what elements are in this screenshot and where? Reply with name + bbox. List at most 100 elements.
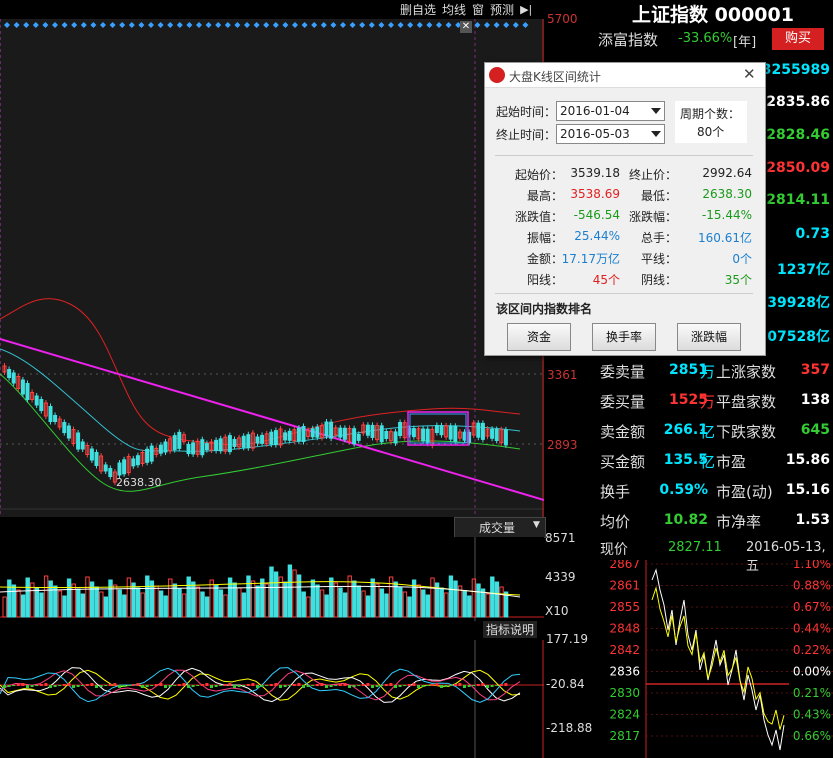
- start-time-select[interactable]: 2016-01-04: [556, 101, 665, 121]
- dialog-stat-value: 17.17万亿: [561, 252, 620, 266]
- indicator-help-button[interactable]: 指标说明: [483, 621, 538, 638]
- chart-close-icon[interactable]: ✕: [460, 21, 472, 33]
- intraday-chart[interactable]: 2867 1.10% 2861 0.88% 2855 0.67% 2848 0.44% 2842…: [594, 560, 833, 758]
- stat-row: 委买量 1525 万平盘家数 138: [594, 390, 833, 412]
- period-count-value: 80个: [697, 125, 725, 139]
- intraday-header: 现价 2827.11 2016-05-13,五: [594, 538, 833, 574]
- stat-row: 委卖量 2851 万上涨家数 357: [594, 360, 833, 382]
- fund-period: [年]: [733, 35, 757, 50]
- intraday-right-tick: 0.88%: [793, 579, 831, 593]
- dialog-stat-row: 起始价： 3539.18 终止价： 2992.64: [485, 166, 765, 184]
- stat-label: 买金额: [600, 453, 646, 471]
- chevron-down-icon: [651, 108, 661, 114]
- quote-value-2: 2828.46: [766, 127, 830, 143]
- toolbar-remove-favorite[interactable]: 删自选: [400, 1, 436, 18]
- kline-chart-panel[interactable]: [0, 19, 545, 517]
- toolbar-window[interactable]: 窗: [472, 1, 484, 18]
- quote-value-3: 2850.09: [766, 160, 830, 176]
- rank-title: 该区间内指数排名: [496, 302, 593, 316]
- stat-row: 买金额 135.5 亿市盈 15.86: [594, 450, 833, 472]
- dialog-stat-value-2: -15.44%: [701, 208, 752, 222]
- volume-indicator-dropdown[interactable]: 成交量 ▼: [454, 517, 546, 538]
- dialog-stat-value: 45个: [592, 273, 620, 287]
- stat-label-right: 市盈(动): [716, 483, 773, 501]
- stat-unit: 亿: [700, 453, 716, 471]
- intraday-left-tick: 2830: [609, 686, 640, 700]
- stat-label-right: 市盈: [716, 453, 747, 471]
- end-time-select[interactable]: 2016-05-03: [556, 124, 665, 144]
- macd-bottom-label: -218.88: [546, 721, 593, 735]
- dialog-stat-label-2: 总手：: [640, 231, 677, 245]
- current-price-value: 2827.11: [668, 540, 722, 555]
- quote-value-6: 1237亿: [777, 262, 830, 278]
- start-time-value: 2016-01-04: [560, 104, 630, 118]
- stat-unit: 亿: [700, 423, 716, 441]
- dialog-stat-label-2: 平线：: [640, 252, 677, 266]
- index-name: 上证指数: [632, 4, 709, 26]
- step-back-icon[interactable]: ▶|: [520, 3, 532, 16]
- stat-value-right: 15.86: [785, 452, 830, 468]
- intraday-left-tick: 2861: [609, 579, 640, 593]
- intraday-right-tick: 0.43%: [793, 708, 831, 722]
- dialog-stat-value-2: 0个: [732, 252, 752, 266]
- low-price-marker: 2638.30: [116, 476, 162, 489]
- fund-change: -33.66%: [678, 31, 733, 46]
- stat-value-right: 357: [800, 362, 830, 378]
- stat-row: 换手 0.59% 市盈(动) 15.16: [594, 480, 833, 502]
- stat-value-right: 15.16: [785, 482, 830, 498]
- dialog-stat-label-2: 最低：: [640, 189, 677, 203]
- intraday-left-tick: 2848: [609, 622, 640, 636]
- stat-label-right: 市净率: [716, 513, 762, 531]
- dialog-titlebar[interactable]: 大盘K线区间统计 ✕: [485, 63, 765, 88]
- buy-button[interactable]: 购买: [772, 28, 824, 50]
- dialog-stat-value-2: 35个: [724, 273, 752, 287]
- fund-row: 添富指数 -33.66% [年] 购买: [598, 28, 833, 52]
- dialog-title: 大盘K线区间统计: [509, 70, 601, 84]
- index-title: 上证指数 000001: [632, 0, 794, 27]
- quote-value-4: 2814.11: [766, 192, 830, 208]
- dialog-stat-value: 3539.18: [570, 166, 620, 180]
- toolbar-forecast[interactable]: 预测: [490, 1, 514, 18]
- chevron-down-icon: ▼: [533, 520, 540, 530]
- dialog-stat-label: 最高：: [526, 189, 563, 203]
- end-time-value: 2016-05-03: [560, 127, 630, 141]
- stat-value: 10.82: [663, 512, 708, 528]
- volume-scale-label: X10: [545, 604, 569, 618]
- dialog-stat-value-2: 2638.30: [702, 187, 752, 201]
- rank-change-button[interactable]: 涨跌幅: [677, 323, 741, 351]
- quote-value-7: 239928亿: [757, 295, 830, 311]
- dialog-stat-value-2: 160.61亿: [698, 231, 752, 245]
- intraday-right-tick: 0.66%: [793, 729, 831, 743]
- quote-value-5: 0.73: [795, 226, 830, 242]
- stat-label: 卖金额: [600, 423, 646, 441]
- dialog-stat-row: 最高： 3538.69 最低： 2638.30: [485, 187, 765, 205]
- quote-value-8: 207528亿: [757, 329, 830, 345]
- toolbar-moving-average[interactable]: 均线: [442, 1, 466, 18]
- dialog-stat-value: -546.54: [573, 208, 620, 222]
- price-label-3361: 3361: [547, 368, 578, 382]
- stat-unit: 万: [700, 393, 716, 411]
- stat-label: 均价: [600, 513, 631, 531]
- fund-name[interactable]: 添富指数: [598, 29, 658, 50]
- rank-fund-button[interactable]: 资金: [507, 323, 571, 351]
- dialog-stat-row: 阳线： 45个 阴线： 35个: [485, 271, 765, 289]
- dialog-stat-label-2: 终止价：: [628, 168, 677, 182]
- period-count-label: 周期个数：: [680, 107, 741, 121]
- interval-stats-dialog: 大盘K线区间统计 ✕ 起始时间： 2016-01-04 终止时间： 2016-0…: [484, 62, 766, 356]
- dialog-stat-row: 涨跌值： -546.54 涨跌幅： -15.44%: [485, 208, 765, 226]
- price-label-2893: 2893: [547, 438, 578, 452]
- stat-label-right: 下跌家数: [716, 423, 777, 441]
- close-icon[interactable]: ✕: [743, 65, 756, 83]
- current-price-label: 现价: [600, 542, 628, 558]
- rank-turnover-button[interactable]: 换手率: [592, 323, 656, 351]
- intraday-right-tick: 0.44%: [793, 622, 831, 636]
- dialog-stat-label: 阳线：: [526, 273, 563, 287]
- macd-mid-label: -20.84: [546, 677, 585, 691]
- price-top-label: 5700: [547, 12, 578, 26]
- stat-value-right: 1.53: [795, 512, 830, 528]
- stat-label-right: 上涨家数: [716, 363, 777, 381]
- intraday-right-tick: 0.22%: [793, 643, 831, 657]
- dialog-stat-label-2: 阴线：: [640, 273, 677, 287]
- intraday-left-tick: 2817: [609, 729, 640, 743]
- period-count-box: 周期个数： 80个: [675, 101, 747, 143]
